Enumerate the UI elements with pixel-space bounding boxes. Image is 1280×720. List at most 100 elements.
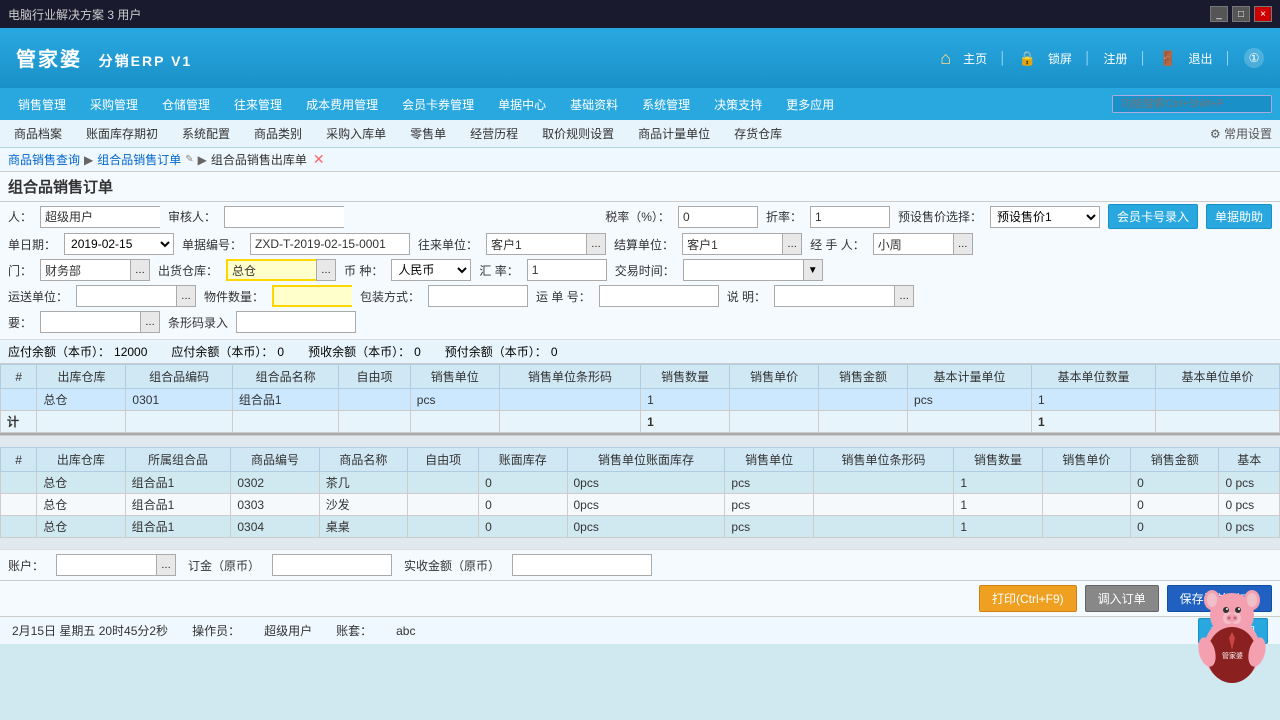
footer-account: abc	[396, 624, 415, 638]
warehouse-input[interactable]	[226, 259, 316, 281]
rate-input[interactable]	[527, 259, 607, 281]
sub-nav-stock-init[interactable]: 账面库存期初	[80, 123, 164, 144]
cartoon-svg: 管家婆	[1190, 580, 1275, 685]
print-btn[interactable]: 打印(Ctrl+F9)	[979, 585, 1077, 612]
register-link[interactable]: 注册	[1104, 50, 1128, 67]
total-label: 计	[1, 411, 37, 433]
top-scrollbar[interactable]	[0, 435, 1280, 447]
sub-nav-retail[interactable]: 零售单	[404, 123, 452, 144]
import-btn[interactable]: 调入订单	[1085, 585, 1159, 612]
currency-select[interactable]: 人民币	[391, 259, 471, 281]
nav-cost[interactable]: 成本费用管理	[296, 92, 388, 117]
nav-sales[interactable]: 销售管理	[8, 92, 76, 117]
settlement-ellipsis[interactable]: …	[782, 233, 802, 255]
handler-input[interactable]	[873, 233, 953, 255]
sub-nav-settings[interactable]: ⚙ 常用设置	[1210, 125, 1272, 142]
account-ellipsis[interactable]: …	[156, 554, 176, 576]
tracking-input[interactable]	[599, 285, 719, 307]
nav-decision[interactable]: 决策支持	[704, 92, 772, 117]
lock-link[interactable]: 锁屏	[1048, 50, 1072, 67]
trade-time-input[interactable]	[683, 259, 803, 281]
minimize-btn[interactable]: _	[1210, 6, 1228, 22]
date-select[interactable]: 2019-02-15	[64, 233, 174, 255]
account-input[interactable]	[56, 554, 156, 576]
sub-nav-purchase-in[interactable]: 采购入库单	[320, 123, 392, 144]
settlement-input[interactable]	[682, 233, 782, 255]
ship-unit-ellipsis[interactable]: …	[176, 285, 196, 307]
nav-base[interactable]: 基础资料	[560, 92, 628, 117]
nav-warehouse[interactable]: 仓储管理	[152, 92, 220, 117]
to-unit-input[interactable]	[486, 233, 586, 255]
item-count-input[interactable]	[272, 285, 352, 307]
bottom-scrollbar[interactable]	[0, 537, 1280, 549]
trade-time-field: ▼	[683, 259, 823, 281]
table-row[interactable]: 总仓 0301 组合品1 pcs 1 pcs 1	[1, 389, 1280, 411]
breadcrumb-item-1[interactable]: 商品销售查询	[8, 151, 80, 168]
exit-link[interactable]: 退出	[1188, 50, 1212, 67]
dept-input[interactable]	[40, 259, 130, 281]
sub-nav-history[interactable]: 经营历程	[464, 123, 524, 144]
sub-nav-config[interactable]: 系统配置	[176, 123, 236, 144]
col-barcode: 销售单位条形码	[499, 365, 640, 389]
info-link[interactable]: ①	[1244, 48, 1264, 68]
to-unit-ellipsis[interactable]: …	[586, 233, 606, 255]
sub-nav-warehouse[interactable]: 存货仓库	[728, 123, 788, 144]
nav-member[interactable]: 会员卡券管理	[392, 92, 484, 117]
col-sales-unit: 销售单位	[410, 365, 499, 389]
maximize-btn[interactable]: □	[1232, 6, 1250, 22]
remark-ellipsis[interactable]: …	[894, 285, 914, 307]
breadcrumb-sep-2: ▶	[198, 153, 207, 167]
breadcrumb-item-2[interactable]: 组合品销售订单	[97, 151, 181, 168]
person-input[interactable]	[40, 206, 160, 228]
warehouse-field: …	[226, 259, 336, 281]
sub-nav-price-rule[interactable]: 取价规则设置	[536, 123, 620, 144]
table-row[interactable]: 总仓 组合品1 0302 茶几 0 0pcs pcs 1 0 0 pcs	[1, 472, 1280, 494]
form-row-3: 门： … 出货仓库： … 币 种： 人民币 汇 率： 交易时间： ▼	[8, 259, 1272, 281]
discount-input[interactable]	[810, 206, 890, 228]
ship-unit-input[interactable]	[76, 285, 176, 307]
member-card-btn[interactable]: 会员卡号录入	[1108, 204, 1198, 229]
cartoon-character: 管家婆	[1190, 580, 1275, 685]
nav-orders[interactable]: 单据中心	[488, 92, 556, 117]
help-btn[interactable]: 单据助助	[1206, 204, 1272, 229]
order-amount-input[interactable]	[272, 554, 392, 576]
warehouse-ellipsis[interactable]: …	[316, 259, 336, 281]
table-row[interactable]: 总仓 组合品1 0304 桌桌 0 0pcs pcs 1 0 0 pcs	[1, 516, 1280, 538]
home-link[interactable]: 主页	[963, 50, 987, 67]
trade-time-ellipsis[interactable]: ▼	[803, 259, 823, 281]
preset-select[interactable]: 预设售价1	[990, 206, 1100, 228]
sep3: │	[1140, 51, 1148, 65]
reviewer-field	[224, 206, 344, 228]
title-bar-text: 电脑行业解决方案 3 用户	[8, 6, 1210, 23]
footer-operator: 超级用户	[264, 622, 312, 639]
barcode-input[interactable]	[236, 311, 356, 333]
received-input[interactable]	[512, 554, 652, 576]
pack-type-input[interactable]	[428, 285, 528, 307]
nav-system[interactable]: 系统管理	[632, 92, 700, 117]
td-base-price	[1155, 389, 1279, 411]
require-input[interactable]	[40, 311, 140, 333]
account-field: …	[56, 554, 176, 576]
sub-nav-goods[interactable]: 商品档案	[8, 123, 68, 144]
sub-nav-category[interactable]: 商品类别	[248, 123, 308, 144]
breadcrumb-close-btn[interactable]: ✕	[313, 151, 325, 168]
handler-ellipsis[interactable]: …	[953, 233, 973, 255]
b-col-code: 商品编号	[231, 448, 319, 472]
tax-input[interactable]	[678, 206, 758, 228]
reviewer-input[interactable]	[224, 206, 344, 228]
require-ellipsis[interactable]: …	[140, 311, 160, 333]
close-btn[interactable]: ×	[1254, 6, 1272, 22]
nav-more[interactable]: 更多应用	[776, 92, 844, 117]
pre-collect-value: 0	[414, 345, 421, 359]
sub-nav-unit[interactable]: 商品计量单位	[632, 123, 716, 144]
to-unit-field: …	[486, 233, 606, 255]
require-field: …	[40, 311, 160, 333]
nav-dealings[interactable]: 往来管理	[224, 92, 292, 117]
nav-purchase[interactable]: 采购管理	[80, 92, 148, 117]
nav-search-input[interactable]	[1112, 95, 1272, 113]
dept-ellipsis[interactable]: …	[130, 259, 150, 281]
form-section: 人： 审核人： 税率（%）： 折率： 预设售价选择： 预设售价1 会员卡号录入 …	[0, 202, 1280, 340]
table-row[interactable]: 总仓 组合品1 0303 沙发 0 0pcs pcs 1 0 0 pcs	[1, 494, 1280, 516]
order-no-input[interactable]	[250, 233, 410, 255]
remark-input[interactable]	[774, 285, 894, 307]
